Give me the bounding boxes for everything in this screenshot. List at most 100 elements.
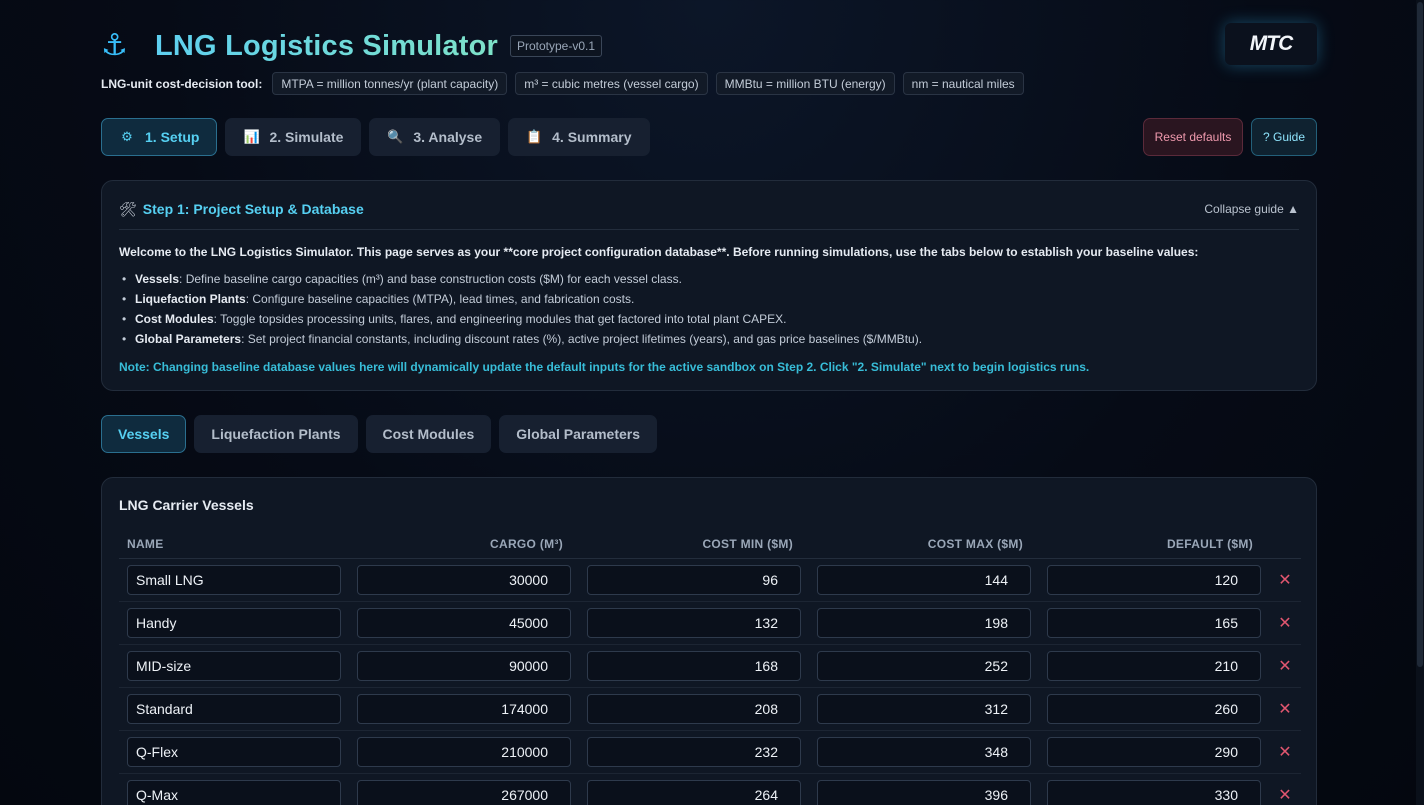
guide-list: Vessels: Define baseline cargo capacitie… [119,271,1299,351]
col-name: Name [127,537,164,551]
table-cell [1039,737,1269,767]
clipboard-icon: 📋 [526,129,543,144]
cargo-input[interactable] [357,651,571,681]
guide-text: : Set project financial constants, inclu… [241,332,923,346]
guide-header: 🛠 Step 1: Project Setup & Database Colla… [119,199,1299,219]
default-cost-input[interactable] [1047,780,1261,805]
table-row: ✕ [119,688,1301,731]
guide-item-cost-modules: Cost Modules: Toggle topsides processing… [119,311,1299,331]
vessel-name-input[interactable] [127,780,341,805]
vessel-name-input[interactable] [127,608,341,638]
tab-analyse[interactable]: 🔍 3. Analyse [369,118,501,156]
vessel-name-input[interactable] [127,737,341,767]
table-cell [579,780,809,805]
cost-min-input[interactable] [587,565,801,595]
tab-liquefaction-plants[interactable]: Liquefaction Plants [194,415,358,453]
cargo-input[interactable] [357,737,571,767]
setup-guide-panel: 🛠 Step 1: Project Setup & Database Colla… [101,180,1317,391]
cost-max-input[interactable] [817,651,1031,681]
cost-min-input[interactable] [587,694,801,724]
guide-term: Cost Modules [135,312,214,326]
delete-row-icon[interactable]: ✕ [1269,742,1301,762]
divider [119,229,1299,230]
col-cargo: Cargo (m³) [490,537,563,551]
table-cell [579,565,809,595]
tab-cost-modules[interactable]: Cost Modules [365,415,492,453]
tab-label: 1. Setup [145,129,200,145]
vessels-table: Name Cargo (m³) Cost Min ($M) Cost Max (… [119,530,1301,805]
bar-chart-icon: 📊 [243,129,260,144]
default-cost-input[interactable] [1047,694,1261,724]
table-cell [349,651,579,681]
database-tabs: Vessels Liquefaction Plants Cost Modules… [101,415,665,453]
table-cell [1039,565,1269,595]
cost-max-input[interactable] [817,780,1031,805]
guide-text: : Define baseline cargo capacities (m³) … [179,272,682,286]
tab-label: 3. Analyse [413,129,483,145]
delete-row-icon[interactable]: ✕ [1269,570,1301,590]
cost-max-input[interactable] [817,694,1031,724]
default-cost-input[interactable] [1047,651,1261,681]
tab-summary[interactable]: 📋 4. Summary [508,118,650,156]
guide-intro: Welcome to the LNG Logistics Simulator. … [119,245,1199,259]
cost-min-input[interactable] [587,651,801,681]
guide-note: Note: Changing baseline database values … [119,360,1090,374]
unit-chip-mmbtu: MMBtu = million BTU (energy) [715,72,895,95]
cargo-input[interactable] [357,694,571,724]
table-row: ✕ [119,645,1301,688]
table-cell [349,694,579,724]
collapse-guide-toggle[interactable]: Collapse guide ▲ [1204,202,1299,216]
guide-text: : Configure baseline capacities (MTPA), … [245,292,635,306]
default-cost-input[interactable] [1047,608,1261,638]
table-header: Name Cargo (m³) Cost Min ($M) Cost Max (… [119,530,1301,559]
table-cell [579,737,809,767]
cost-min-input[interactable] [587,780,801,805]
version-badge: Prototype-v0.1 [509,35,603,57]
table-row: ✕ [119,774,1301,805]
cost-min-input[interactable] [587,737,801,767]
guide-item-plants: Liquefaction Plants: Configure baseline … [119,291,1299,311]
cargo-input[interactable] [357,565,571,595]
scrollbar-thumb[interactable] [1417,2,1423,667]
default-cost-input[interactable] [1047,737,1261,767]
unit-chip-nm: nm = nautical miles [902,72,1024,95]
table-cell [809,608,1039,638]
table-cell [579,694,809,724]
vessel-name-input[interactable] [127,565,341,595]
tab-vessels[interactable]: Vessels [101,415,187,453]
table-row: ✕ [119,731,1301,774]
table-cell [1039,780,1269,805]
guide-item-vessels: Vessels: Define baseline cargo capacitie… [119,271,1299,291]
delete-row-icon[interactable]: ✕ [1269,613,1301,633]
tab-simulate[interactable]: 📊 2. Simulate [225,118,362,156]
cargo-input[interactable] [357,608,571,638]
guide-item-global-params: Global Parameters: Set project financial… [119,331,1299,351]
vessel-name-input[interactable] [127,694,341,724]
guide-title: Step 1: Project Setup & Database [142,201,364,217]
table-cell [119,608,349,638]
table-cell [119,780,349,805]
table-cell [349,565,579,595]
page-scrollbar[interactable] [1416,0,1424,805]
cost-min-input[interactable] [587,608,801,638]
delete-row-icon[interactable]: ✕ [1269,699,1301,719]
table-cell [119,651,349,681]
table-cell [809,780,1039,805]
tab-setup[interactable]: ⚙ 1. Setup [101,118,218,156]
main-tabs: ⚙ 1. Setup 📊 2. Simulate 🔍 3. Analyse 📋 … [101,118,658,156]
table-cell [119,737,349,767]
default-cost-input[interactable] [1047,565,1261,595]
cost-max-input[interactable] [817,565,1031,595]
delete-row-icon[interactable]: ✕ [1269,656,1301,676]
reset-defaults-button[interactable]: Reset defaults [1143,118,1243,156]
tab-label: 4. Summary [552,129,632,145]
cost-max-input[interactable] [817,737,1031,767]
cargo-input[interactable] [357,780,571,805]
vessel-name-input[interactable] [127,651,341,681]
app-header: ⚓ LNG Logistics Simulator Prototype-v0.1 [101,28,603,64]
delete-row-icon[interactable]: ✕ [1269,785,1301,805]
guide-button[interactable]: ? Guide [1251,118,1317,156]
cost-max-input[interactable] [817,608,1031,638]
table-cell [809,694,1039,724]
tab-global-parameters[interactable]: Global Parameters [499,415,658,453]
